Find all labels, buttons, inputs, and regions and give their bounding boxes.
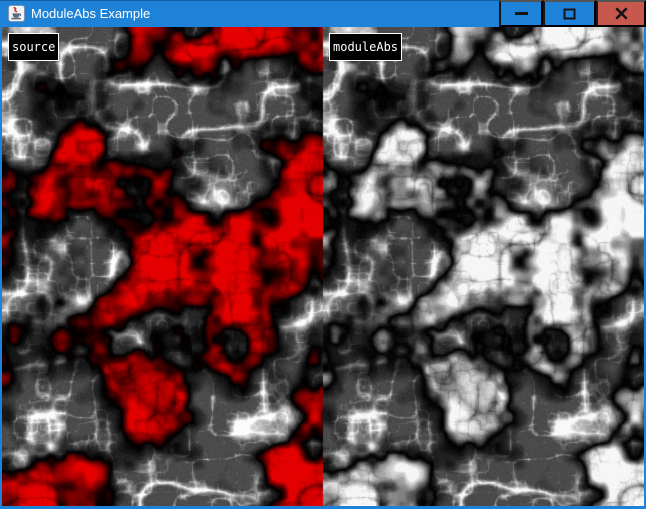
java-coffee-cup-icon[interactable] <box>8 5 25 22</box>
minimize-button[interactable] <box>499 0 543 27</box>
moduleabs-panel-label: moduleAbs <box>329 33 402 61</box>
app-window: ModuleAbs Example source moduleAbs <box>0 0 646 509</box>
maximize-icon <box>563 8 576 20</box>
maximize-button[interactable] <box>543 0 596 27</box>
window-controls <box>499 0 646 27</box>
minimize-icon <box>515 12 528 15</box>
source-panel-image <box>2 27 323 506</box>
source-panel-label: source <box>8 33 59 61</box>
window-title: ModuleAbs Example <box>31 0 150 27</box>
close-icon <box>615 7 628 20</box>
title-bar[interactable]: ModuleAbs Example <box>0 0 646 27</box>
moduleabs-panel-image <box>323 27 644 506</box>
close-button[interactable] <box>596 0 646 27</box>
window-content: source moduleAbs <box>0 27 646 509</box>
